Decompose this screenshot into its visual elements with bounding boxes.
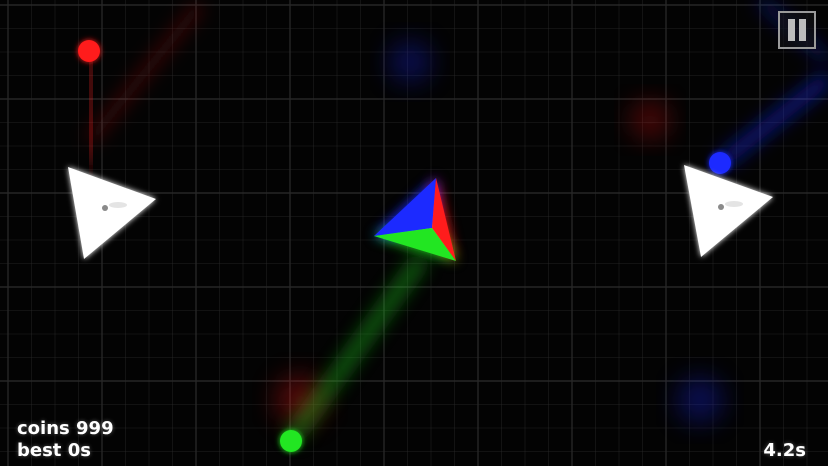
game-canvas[interactable]: coins 999 best 0s 4.2s xyxy=(0,0,828,466)
best-label: best xyxy=(17,440,62,461)
red-orb xyxy=(78,40,100,62)
pause-icon xyxy=(788,19,795,41)
best-value: 0s xyxy=(67,440,91,461)
best-time: best 0s xyxy=(17,441,91,461)
blue-orb xyxy=(709,152,731,174)
coins-value: 999 xyxy=(76,418,114,439)
game-scene xyxy=(0,0,828,466)
pause-button[interactable] xyxy=(778,11,816,49)
pause-icon-bar xyxy=(799,19,806,41)
coins-label: coins xyxy=(17,418,70,439)
coins-counter: coins 999 xyxy=(17,419,114,439)
green-orb xyxy=(280,430,302,452)
survival-timer: 4.2s xyxy=(763,440,806,461)
rgb-tri-color-triangle[interactable] xyxy=(374,178,456,261)
white-triangle-enemy xyxy=(68,167,156,259)
